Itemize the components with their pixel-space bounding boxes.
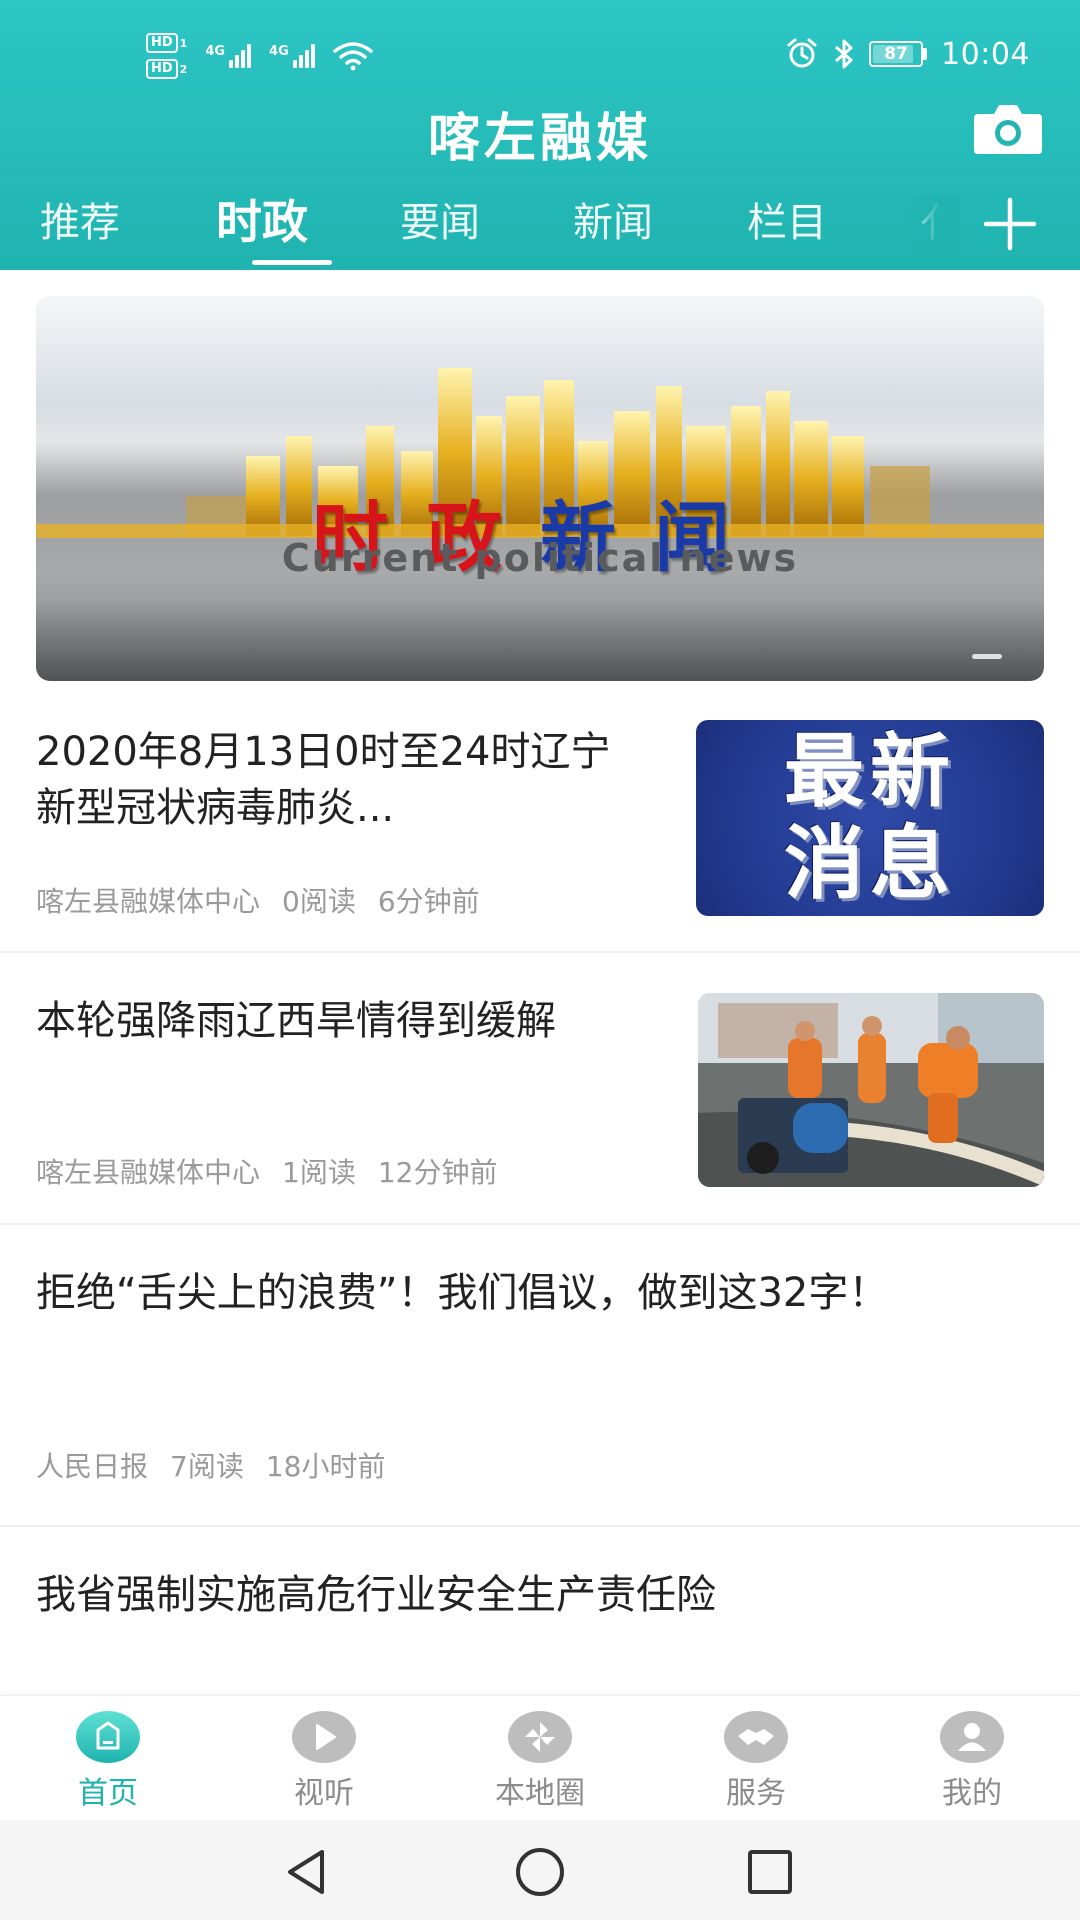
wifi-icon [333, 42, 373, 71]
hd-badge-2: HD [146, 59, 178, 79]
tab-headlines[interactable]: 要闻 [400, 190, 480, 248]
hd-badge-1: HD [146, 33, 178, 53]
news-source: 人民日报 [36, 1450, 149, 1483]
news-reads: 1阅读 [282, 1156, 356, 1189]
app-title: 喀左融媒 [427, 109, 652, 169]
news-meta: 喀左县融媒体中心 1阅读 12分钟前 [36, 1151, 497, 1191]
news-title: 2020年8月13日0时至24时辽宁新型冠状病毒肺炎... [36, 729, 611, 831]
thumb-text-line-2: 消息 [784, 817, 956, 910]
network-2-label: 4G [269, 44, 289, 59]
play-icon [292, 1711, 356, 1763]
sim-1-number: 1 [179, 36, 188, 50]
news-reads: 0阅读 [282, 885, 356, 918]
nav-label-local: 本地圈 [495, 1776, 585, 1811]
news-title: 我省强制实施高危行业安全生产责任险 [36, 1572, 716, 1618]
network-1-label: 4G [205, 44, 226, 59]
sim-indicators: HD 1 HD 2 [146, 33, 187, 79]
tab-recommend[interactable]: 推荐 [40, 190, 120, 248]
clock: 10:04 [941, 36, 1030, 72]
user-icon [940, 1711, 1004, 1763]
news-item-3[interactable]: 拒绝“舌尖上的浪费”！我们倡议，做到这32字！ 人民日报 7阅读 18小时前 [0, 1225, 1080, 1527]
news-source: 喀左县融媒体中心 [36, 1156, 261, 1189]
news-item-2[interactable]: 本轮强降雨辽西旱情得到缓解 喀左县融媒体中心 1阅读 12分钟前 [0, 953, 1080, 1225]
thumb-text-line-1: 最新 [784, 725, 956, 818]
system-navigation-bar [0, 1820, 1080, 1920]
news-source: 喀左县融媒体中心 [36, 885, 261, 918]
nav-label-services: 服务 [726, 1776, 786, 1811]
tab-news[interactable]: 新闻 [573, 190, 653, 248]
status-bar: HD 1 HD 2 4G 4G 87 10:04 [0, 0, 1080, 100]
active-tab-indicator [252, 260, 332, 265]
signal-1-icon: 4G [205, 44, 252, 68]
tab-politics[interactable]: 时政 [216, 186, 308, 252]
banner-shadow [36, 601, 1044, 681]
news-time: 12分钟前 [377, 1156, 498, 1189]
status-bar-left: HD 1 HD 2 4G 4G [146, 28, 373, 84]
battery-icon: 87 [869, 41, 928, 67]
news-time: 18小时前 [265, 1450, 386, 1483]
home-circle-icon[interactable] [512, 1844, 568, 1900]
news-item-4[interactable]: 我省强制实施高危行业安全生产责任险 [0, 1527, 1080, 1697]
nav-label-profile: 我的 [942, 1776, 1002, 1811]
nav-services[interactable]: 服务 [676, 1710, 836, 1812]
news-thumbnail [698, 993, 1044, 1187]
signal-2-icon: 4G [269, 44, 315, 68]
bottom-navigation: 首页 视听 本地圈 服务 我的 [0, 1695, 1080, 1820]
sim-2-number: 2 [179, 62, 188, 76]
news-meta: 喀左县融媒体中心 0阅读 6分钟前 [36, 880, 480, 920]
handshake-icon [724, 1711, 788, 1763]
news-meta: 人民日报 7阅读 18小时前 [36, 1445, 385, 1485]
banner-carousel[interactable]: 时政新闻 Current political news [36, 296, 1044, 681]
nav-media[interactable]: 视听 [244, 1710, 404, 1812]
recent-apps-icon[interactable] [742, 1844, 798, 1900]
pinwheel-icon [508, 1711, 572, 1763]
news-reads: 7阅读 [170, 1450, 244, 1483]
news-title: 拒绝“舌尖上的浪费”！我们倡议，做到这32字！ [36, 1270, 889, 1316]
nav-label-home: 首页 [78, 1776, 138, 1811]
alarm-icon [787, 38, 817, 68]
news-time: 6分钟前 [377, 885, 480, 918]
tab-fade [900, 196, 960, 256]
nav-home[interactable]: 首页 [28, 1710, 188, 1812]
home-icon [76, 1711, 140, 1763]
news-thumbnail: 最新 消息 [696, 720, 1044, 916]
news-title: 本轮强降雨辽西旱情得到缓解 [36, 998, 556, 1044]
back-icon[interactable] [280, 1844, 336, 1900]
app-header: HD 1 HD 2 4G 4G 87 10:04 喀左融媒 推荐 时政 要闻 新… [0, 0, 1080, 270]
tab-columns[interactable]: 栏目 [747, 190, 827, 248]
nav-local[interactable]: 本地圈 [460, 1710, 620, 1812]
bluetooth-icon [835, 39, 853, 69]
news-item-1[interactable]: 2020年8月13日0时至24时辽宁新型冠状病毒肺炎... 喀左县融媒体中心 0… [0, 700, 1080, 953]
camera-icon[interactable] [972, 100, 1044, 156]
add-channel-icon[interactable] [980, 194, 1040, 254]
nav-label-media: 视听 [294, 1776, 354, 1811]
battery-level: 87 [884, 44, 908, 64]
banner-subtitle: Current political news [281, 536, 799, 580]
nav-profile[interactable]: 我的 [892, 1710, 1052, 1812]
status-bar-right: 87 10:04 [785, 32, 1030, 76]
carousel-indicator [972, 654, 1002, 659]
